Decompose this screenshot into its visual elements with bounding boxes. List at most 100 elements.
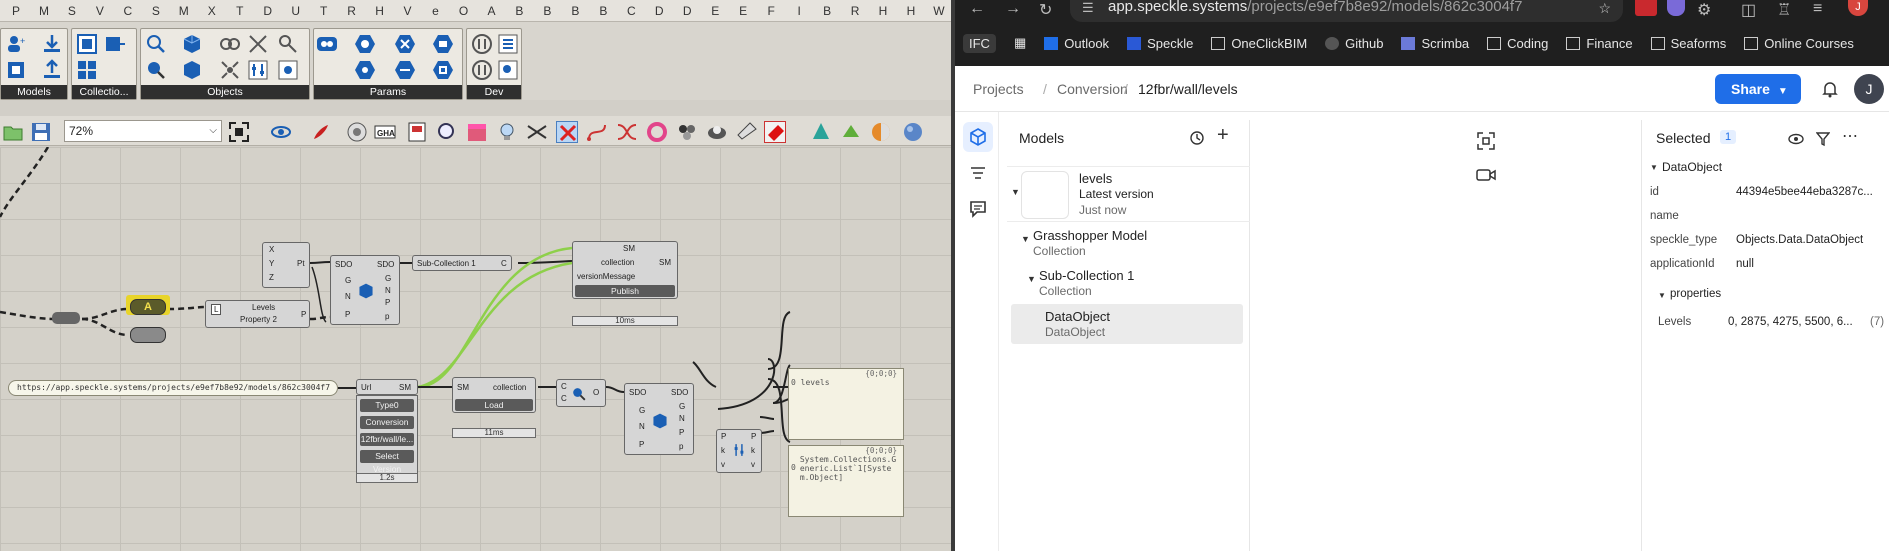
levels-panel[interactable]: {0;0;0} 0 levels (788, 368, 904, 440)
query-icon[interactable] (145, 59, 167, 81)
chevron-down-icon[interactable]: ▼ (1011, 187, 1020, 197)
model-card[interactable]: ▼ levels Latest version Just now (1007, 166, 1250, 222)
component-tab-letter[interactable]: E (701, 4, 729, 18)
filter-icon[interactable] (277, 33, 299, 55)
dev-component-icon[interactable] (497, 33, 519, 55)
component-tab-letter[interactable]: M (170, 4, 198, 18)
component-tab-letter[interactable]: B (589, 4, 617, 18)
select-delete-icon[interactable] (556, 121, 578, 143)
component-tab-letter[interactable]: e (422, 4, 450, 18)
add-model-icon[interactable]: + (1217, 124, 1229, 147)
bookmark-speckle[interactable]: Speckle (1127, 36, 1193, 51)
bookmark-scrimba[interactable]: Scrimba (1401, 36, 1469, 51)
chevron-down-icon[interactable]: ▼ (1027, 274, 1036, 284)
zoom-extents-icon[interactable] (228, 121, 250, 143)
chevron-down-icon[interactable]: ▼ (1658, 291, 1666, 300)
bookmark-finance[interactable]: Finance (1566, 36, 1633, 51)
reload-icon[interactable]: ↻ (1039, 0, 1052, 20)
publish-node[interactable]: SM collection versionMessage SM Publish (572, 241, 678, 299)
component-tab-letter[interactable]: C (114, 4, 142, 18)
component-tab-letter[interactable]: I (785, 4, 813, 18)
component-tab-letter[interactable]: M (30, 4, 58, 18)
bookmark-oneclickbim[interactable]: OneClickBIM (1211, 36, 1307, 51)
component-tab-letter[interactable]: O (450, 4, 478, 18)
param-hex-6-icon[interactable] (432, 59, 454, 81)
eye-icon[interactable] (1788, 132, 1804, 146)
camera-icon[interactable] (1475, 164, 1497, 186)
url-panel[interactable]: https://app.speckle.systems/projects/e9e… (8, 380, 338, 396)
wire-display-icon[interactable] (526, 121, 548, 143)
render-icon[interactable] (810, 121, 832, 143)
model-icon[interactable] (5, 59, 27, 81)
component-tab-letter[interactable]: B (561, 4, 589, 18)
extensions-puzzle-icon[interactable]: ♖ (1777, 0, 1791, 20)
construct-point-node[interactable]: X Y Z Pt (262, 242, 310, 288)
component-tab-letter[interactable]: D (645, 4, 673, 18)
component-tab-letter[interactable]: S (142, 4, 170, 18)
chevron-down-icon[interactable]: ▼ (1021, 234, 1030, 244)
group-a-node[interactable]: A (130, 299, 166, 315)
sub-collection-node[interactable]: Sub-Collection 1 C (412, 255, 512, 271)
component-tab-letter[interactable]: P (2, 4, 30, 18)
models-rail-button[interactable] (963, 122, 993, 152)
render-green-icon[interactable] (840, 121, 862, 143)
extension-lens-icon[interactable]: ◫ (1741, 0, 1756, 20)
bookmark-coding[interactable]: Coding (1487, 36, 1548, 51)
open-file-icon[interactable] (2, 121, 24, 143)
filter-icon[interactable] (1816, 131, 1830, 147)
component-tab-letter[interactable]: B (813, 4, 841, 18)
breadcrumb-model[interactable]: 12fbr/wall/levels (1138, 81, 1238, 97)
upload-icon[interactable] (41, 59, 63, 81)
cluster-icon[interactable] (676, 121, 698, 143)
component-tab-letter[interactable]: T (310, 4, 338, 18)
object-group-header[interactable]: DataObject (1662, 160, 1722, 174)
component-tab-letter[interactable]: X (198, 4, 226, 18)
component-tab-letter[interactable]: U (282, 4, 310, 18)
more-options-icon[interactable]: ⋯ (1842, 126, 1858, 146)
bookmark-github[interactable]: Github (1325, 36, 1383, 51)
address-bar[interactable]: ☰ app.speckle.systems/projects/e9ef7b8e9… (1070, 0, 1623, 22)
back-icon[interactable]: ← (969, 0, 985, 18)
gha-icon[interactable]: GHA (374, 121, 396, 143)
list-toggle[interactable]: L (211, 304, 222, 315)
record-icon[interactable] (764, 121, 786, 143)
component-tab-letter[interactable]: B (505, 4, 533, 18)
tab-list-icon[interactable]: ≡ (1813, 0, 1822, 18)
grasshopper-canvas[interactable]: A X Y Z Pt L Levels Property 2 P SDO G N… (0, 147, 953, 551)
param-hex-2-icon[interactable] (394, 33, 416, 55)
param-group-icon[interactable] (316, 33, 338, 55)
type-panel[interactable]: {0;0;0} 0 System.Collections.Generic.List… (788, 445, 904, 517)
deconstruct-icon[interactable] (219, 59, 241, 81)
create-dataobject-node[interactable]: SDO G N P SDO G N P p (330, 255, 400, 325)
publish-button[interactable]: Publish (575, 285, 675, 297)
star-icon[interactable]: ☆ (1598, 0, 1611, 17)
component-tab-letter[interactable]: V (394, 4, 422, 18)
cube-icon[interactable] (181, 33, 203, 55)
bookmark-ifc[interactable]: IFC (963, 33, 996, 53)
relay-dot[interactable] (52, 312, 80, 324)
component-tab-letter[interactable]: H (366, 4, 394, 18)
select-version-button[interactable]: Select Version (360, 450, 414, 474)
bookmark-online-courses[interactable]: Online Courses (1744, 36, 1854, 51)
component-tab-letter[interactable]: W (925, 4, 953, 18)
expand-property-node[interactable]: P k v P k v (716, 429, 762, 473)
load-button[interactable]: Load (455, 399, 533, 411)
tree-item-sub-collection[interactable]: ▼ Sub-Collection 1 Collection (1007, 266, 1250, 300)
save-file-icon[interactable] (30, 121, 52, 143)
bookmark-seaforms[interactable]: Seaforms (1650, 36, 1726, 51)
component-tab-letter[interactable]: F (757, 4, 785, 18)
zoom-select[interactable]: 72% ⌵ (64, 120, 222, 142)
comments-rail-button[interactable] (963, 194, 993, 224)
dev-pause-icon[interactable] (471, 33, 493, 55)
avatar[interactable]: J (1854, 74, 1884, 104)
relay-node[interactable] (130, 327, 166, 343)
search-object-icon[interactable] (145, 33, 167, 55)
load-node[interactable]: SM collection Load (452, 377, 536, 413)
sphere-icon[interactable] (902, 121, 924, 143)
expand-dataobject-node[interactable]: SDO G N P SDO G N P p (624, 383, 694, 455)
package-icon[interactable] (466, 121, 488, 143)
profile-avatar[interactable]: J (1848, 0, 1868, 16)
param-hex-3-icon[interactable] (432, 33, 454, 55)
component-tab-letter[interactable]: C (617, 4, 645, 18)
component-tab-letter[interactable]: A (477, 4, 505, 18)
